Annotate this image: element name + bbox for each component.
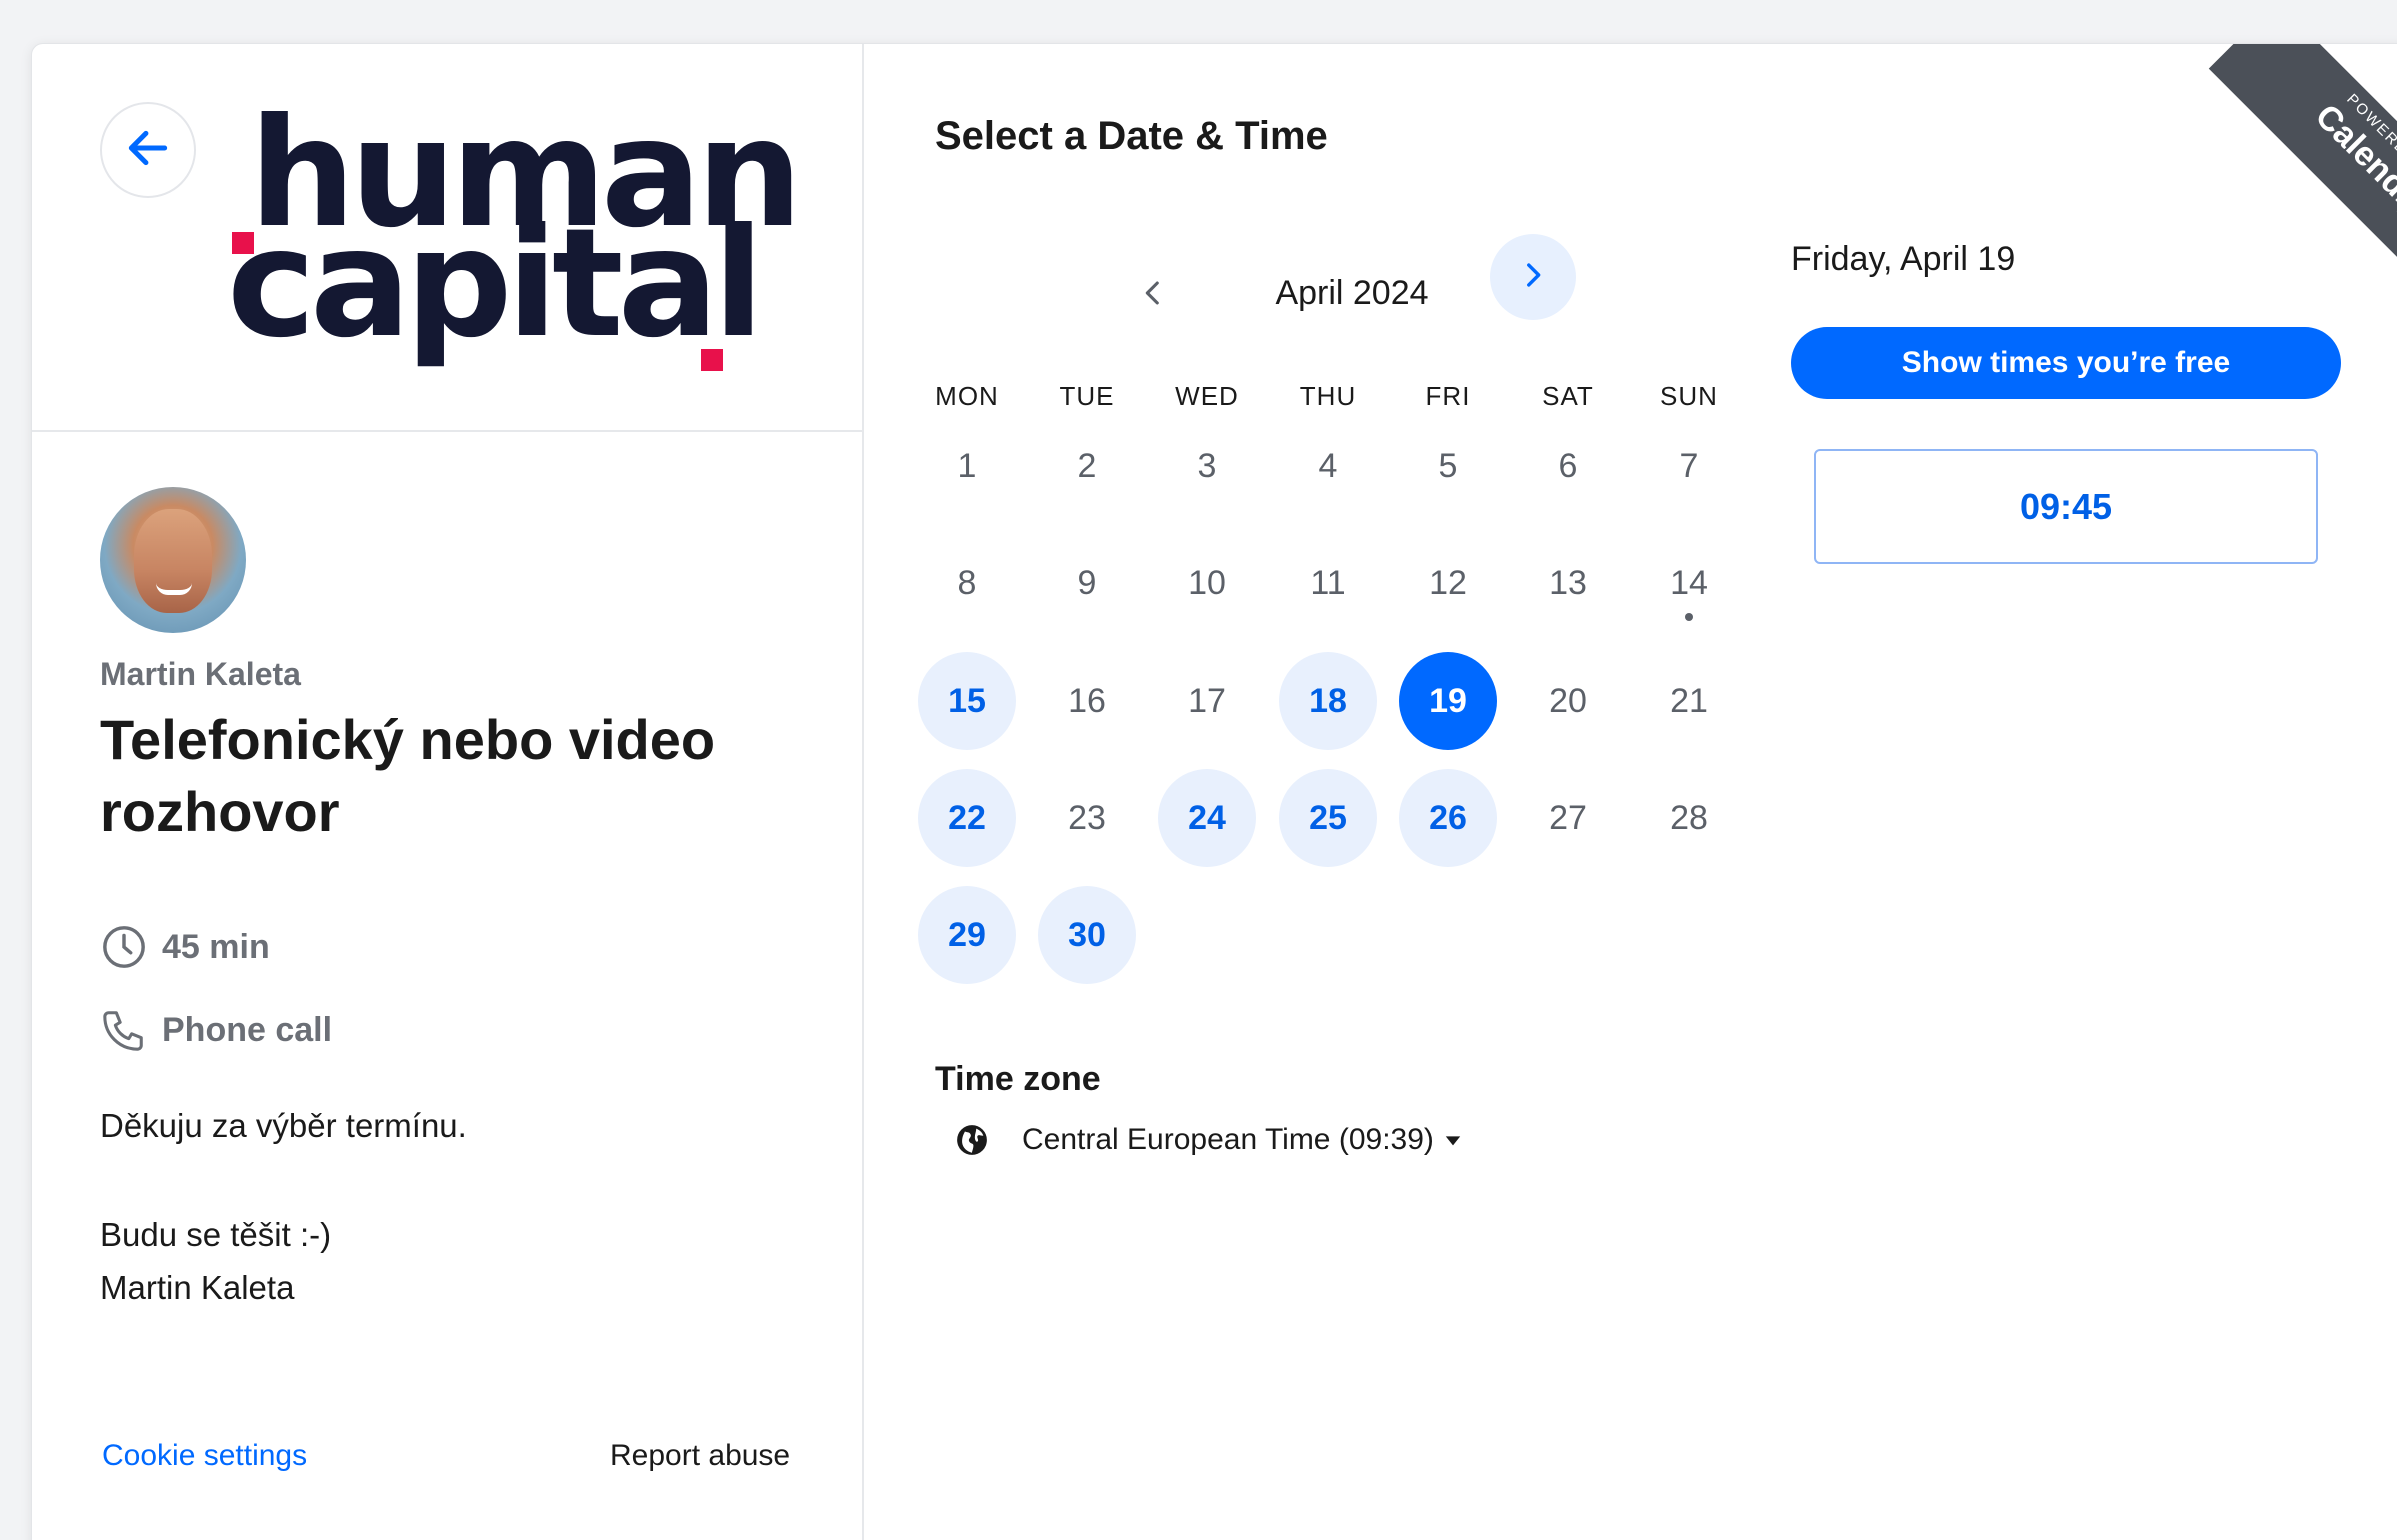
- ribbon-brand-text: Calendly: [2307, 97, 2397, 225]
- calendar-day: 16: [1068, 681, 1106, 720]
- weekday-header: MON: [935, 381, 999, 411]
- weekday-header: THU: [1299, 381, 1357, 411]
- event-details-panel: human capital Martin Kaleta Telefonický …: [32, 44, 864, 1540]
- phone-icon: [100, 1006, 148, 1054]
- calendar-day[interactable]: 29: [918, 886, 1016, 984]
- event-title: Telefonický nebo video rozhovor: [100, 708, 716, 843]
- location-text: Phone call: [162, 1010, 333, 1049]
- avatar: [100, 487, 246, 633]
- calendar-day: 21: [1670, 681, 1708, 720]
- weekday-header: FRI: [1425, 381, 1471, 411]
- chevron-left-icon: [1136, 276, 1170, 315]
- selected-date: Friday, April 19: [1791, 240, 2016, 278]
- calendar-day: 8: [957, 563, 977, 602]
- calendar-day: 20: [1549, 681, 1587, 720]
- calendar-day: 6: [1558, 446, 1578, 485]
- calendar-day: 2: [1077, 446, 1097, 485]
- calendar-day[interactable]: 26: [1399, 769, 1497, 867]
- today-indicator-dot: [1685, 613, 1693, 621]
- current-month: April 2024: [1275, 274, 1429, 312]
- organizer-name: Martin Kaleta: [100, 656, 301, 692]
- calendar-day: 7: [1679, 446, 1699, 485]
- description-line: Martin Kaleta: [100, 1269, 295, 1306]
- location-detail: Phone call: [100, 1006, 332, 1054]
- timezone-value: Central European Time (09:39): [1022, 1123, 1434, 1156]
- calendar-day: 17: [1188, 681, 1226, 720]
- calendar-day[interactable]: 18: [1279, 652, 1377, 750]
- weekday-header: SAT: [1542, 381, 1594, 411]
- report-abuse-link[interactable]: Report abuse: [610, 1439, 790, 1473]
- weekday-header: TUE: [1059, 381, 1115, 411]
- globe-icon: [952, 1120, 992, 1160]
- arrow-left-icon: [123, 123, 173, 178]
- logo-accent-dot: [232, 232, 254, 254]
- calendar-day[interactable]: 25: [1279, 769, 1377, 867]
- timezone-label: Time zone: [935, 1060, 1101, 1098]
- weekday-header: WED: [1175, 381, 1239, 411]
- calendar-day: 4: [1318, 446, 1338, 485]
- calendar-day: 28: [1670, 798, 1708, 837]
- company-logo: human capital: [197, 99, 803, 379]
- clock-icon: [100, 923, 148, 971]
- next-month-button[interactable]: [1490, 234, 1576, 320]
- cookie-settings-link[interactable]: Cookie settings: [102, 1439, 307, 1473]
- page-title: Select a Date & Time: [935, 114, 1328, 158]
- calendar-day: 10: [1188, 563, 1226, 602]
- calendar-day: 3: [1197, 446, 1217, 485]
- description-line: Děkuju za výběr termínu.: [100, 1107, 467, 1144]
- weekday-header: SUN: [1660, 381, 1718, 411]
- caret-down-icon: [1444, 1123, 1462, 1157]
- duration-text: 45 min: [162, 927, 270, 966]
- calendar-day: 12: [1429, 563, 1467, 602]
- calendar-day: 27: [1549, 798, 1587, 837]
- calendar-day[interactable]: 22: [918, 769, 1016, 867]
- powered-by-ribbon[interactable]: POWERED BY Calendly: [2110, 44, 2397, 344]
- logo-area: human capital: [32, 44, 862, 432]
- logo-accent-dot: [701, 349, 723, 371]
- logo-text-line2: capital: [227, 197, 764, 371]
- description-line: Budu se těšit :-): [100, 1216, 332, 1253]
- booking-card: human capital Martin Kaleta Telefonický …: [31, 43, 2397, 1540]
- back-button[interactable]: [100, 102, 196, 198]
- calendar-day[interactable]: 19: [1399, 652, 1497, 750]
- calendar-day[interactable]: 30: [1038, 886, 1136, 984]
- calendar-day: 9: [1077, 563, 1097, 602]
- previous-month-button[interactable]: [1110, 252, 1196, 338]
- calendar-day: 1: [957, 446, 977, 485]
- chevron-right-icon: [1516, 258, 1550, 297]
- time-slot-button[interactable]: 09:45: [1814, 449, 2318, 564]
- calendar-day: 13: [1549, 563, 1587, 602]
- calendar-day[interactable]: 15: [918, 652, 1016, 750]
- calendar-day: 11: [1310, 563, 1346, 602]
- duration-detail: 45 min: [100, 923, 270, 971]
- calendar-day: 5: [1438, 446, 1458, 485]
- calendar-day: 23: [1068, 798, 1106, 837]
- calendar-day[interactable]: 24: [1158, 769, 1256, 867]
- timezone-select[interactable]: Central European Time (09:39): [952, 1120, 1462, 1160]
